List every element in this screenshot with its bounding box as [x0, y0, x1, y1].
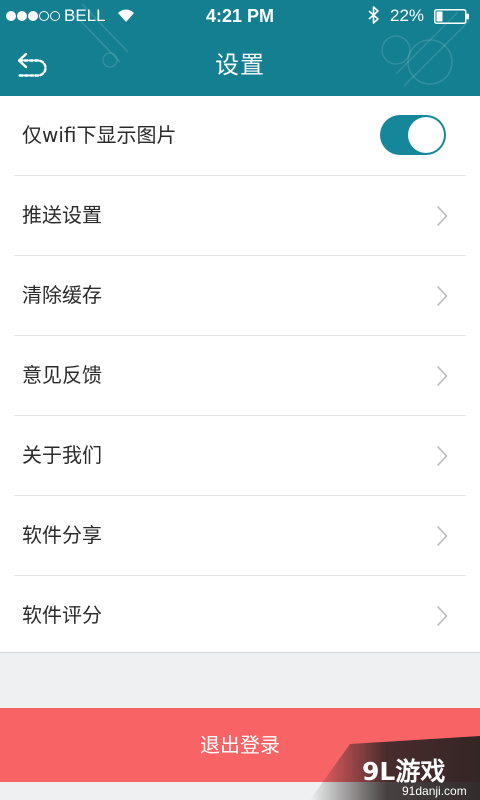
settings-item-label: 仅wifi下显示图片: [22, 123, 177, 147]
settings-item-push[interactable]: 推送设置: [14, 176, 466, 256]
status-bar: BELL 4:21 PM 22%: [0, 0, 480, 34]
nav-bar: 设置: [0, 34, 480, 96]
settings-item-label: 软件评分: [22, 603, 102, 627]
settings-item-wifi-images: 仅wifi下显示图片: [14, 96, 466, 176]
settings-item-clear-cache[interactable]: 清除缓存: [14, 256, 466, 336]
settings-item-feedback[interactable]: 意见反馈: [14, 336, 466, 416]
settings-item-label: 清除缓存: [22, 283, 102, 307]
list-divider: [0, 652, 480, 653]
settings-item-label: 关于我们: [22, 443, 102, 467]
watermark-logo: 9L游戏: [362, 757, 446, 786]
chevron-right-icon: [436, 445, 448, 467]
header: BELL 4:21 PM 22% 设置: [0, 0, 480, 96]
back-arrow-icon: [16, 52, 47, 77]
watermark-url: 91danji.com: [402, 784, 467, 798]
battery-icon: [434, 9, 469, 24]
settings-item-label: 推送设置: [22, 203, 102, 227]
back-button[interactable]: [8, 40, 56, 88]
settings-item-label: 意见反馈: [22, 363, 102, 387]
settings-item-share[interactable]: 软件分享: [14, 496, 466, 576]
toggle-knob: [408, 117, 444, 153]
chevron-right-icon: [436, 365, 448, 387]
chevron-right-icon: [436, 285, 448, 307]
chevron-right-icon: [436, 525, 448, 547]
battery-percentage: 22%: [390, 6, 425, 25]
chevron-right-icon: [436, 205, 448, 227]
wifi-images-toggle[interactable]: [380, 115, 446, 155]
settings-item-label: 软件分享: [22, 523, 102, 547]
watermark: 9L游戏 91danji.com: [290, 708, 480, 800]
settings-item-rate[interactable]: 软件评分: [14, 576, 466, 655]
page-title: 设置: [215, 51, 265, 79]
settings-item-about[interactable]: 关于我们: [14, 416, 466, 496]
bluetooth-icon: [368, 6, 379, 24]
chevron-right-icon: [436, 605, 448, 627]
settings-list: 仅wifi下显示图片 推送设置 清除缓存 意见反馈 关于我们 软件分享 软件评分: [0, 96, 480, 652]
